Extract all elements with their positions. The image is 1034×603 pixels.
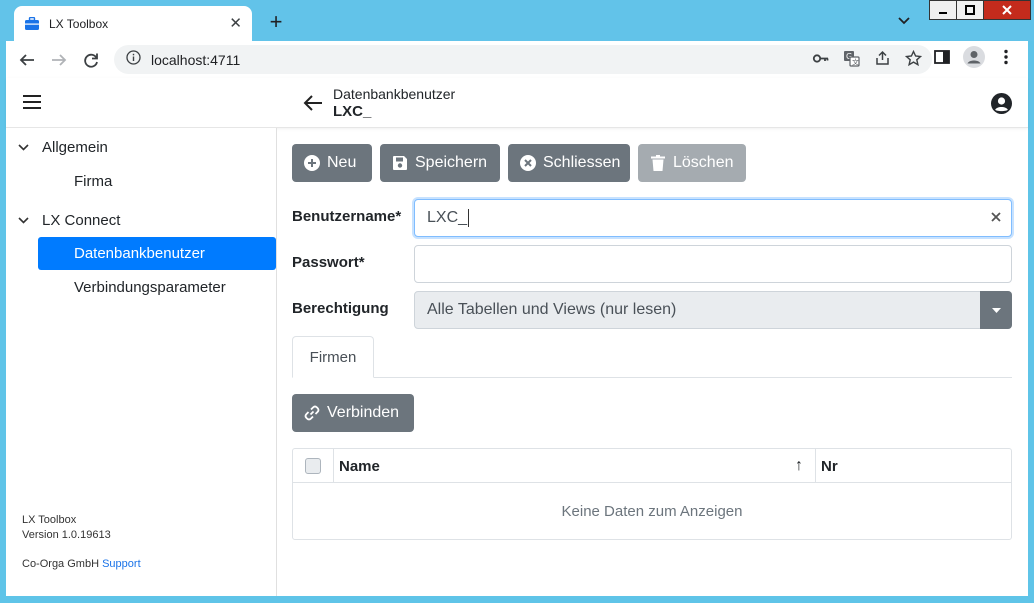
username-value: LXC_ bbox=[427, 209, 468, 226]
new-button[interactable]: Neu bbox=[292, 144, 372, 182]
sidebar-group-allgemein[interactable]: Allgemein bbox=[18, 136, 108, 158]
username-field[interactable]: LXC_ bbox=[414, 199, 1012, 237]
password-field[interactable] bbox=[414, 245, 1012, 283]
sidebar-group-lx-connect[interactable]: LX Connect bbox=[18, 209, 120, 231]
address-bar[interactable]: localhost:4711 G文 bbox=[114, 45, 932, 74]
save-button[interactable]: Speichern bbox=[380, 144, 500, 182]
save-button-label: Speichern bbox=[415, 154, 488, 171]
firmen-grid: Name ↑ Nr Keine Daten zum Anzeigen bbox=[292, 448, 1012, 540]
clear-input-icon[interactable] bbox=[991, 209, 1001, 226]
reload-icon[interactable] bbox=[76, 45, 106, 75]
permission-value: Alle Tabellen und Views (nur lesen) bbox=[427, 301, 677, 318]
username-label: Benutzername* bbox=[292, 208, 402, 225]
page-title: LXC_ bbox=[333, 103, 372, 120]
plus-circle-icon bbox=[304, 155, 320, 171]
sort-ascending-icon[interactable]: ↑ bbox=[795, 449, 803, 483]
tab-close-icon[interactable]: ✕ bbox=[229, 16, 242, 31]
sidebar-group-label: LX Connect bbox=[42, 211, 121, 229]
sidebar-item-datenbankbenutzer[interactable]: Datenbankbenutzer bbox=[38, 237, 276, 270]
dropdown-caret-icon[interactable] bbox=[980, 291, 1012, 329]
grid-empty-message: Keine Daten zum Anzeigen bbox=[561, 502, 743, 520]
connect-button[interactable]: Verbinden bbox=[292, 394, 414, 432]
support-link[interactable]: Support bbox=[102, 558, 141, 570]
app-viewport: Datenbankbenutzer LXC_ Allgemein Firma L… bbox=[6, 78, 1028, 596]
connect-button-label: Verbinden bbox=[327, 404, 400, 421]
sidebar-item-label: Verbindungsparameter bbox=[74, 279, 226, 296]
toolbox-icon bbox=[24, 16, 40, 32]
delete-button[interactable]: Löschen bbox=[638, 144, 746, 182]
link-icon bbox=[304, 405, 320, 421]
company-name: Co-Orga GmbH bbox=[22, 558, 100, 570]
window-minimize-button[interactable] bbox=[929, 0, 957, 20]
floppy-disk-icon bbox=[392, 155, 408, 171]
grid-header: Name ↑ Nr bbox=[293, 449, 1011, 483]
permission-select[interactable]: Alle Tabellen und Views (nur lesen) bbox=[414, 291, 1012, 329]
app-name-footer: LX Toolbox bbox=[22, 514, 77, 526]
back-arrow-icon[interactable] bbox=[302, 92, 324, 114]
close-button-label: Schliessen bbox=[543, 154, 621, 171]
trash-icon bbox=[650, 155, 666, 171]
bookmark-star-icon[interactable] bbox=[904, 49, 923, 72]
side-panel-icon[interactable] bbox=[932, 47, 952, 67]
browser-tab[interactable]: LX Toolbox ✕ bbox=[14, 6, 252, 41]
company-footer: Co-Orga GmbH Support bbox=[22, 558, 141, 570]
sidebar-group-label: Allgemein bbox=[42, 138, 108, 156]
chevron-down-icon bbox=[18, 143, 30, 151]
page-subtitle: Datenbankbenutzer bbox=[333, 86, 456, 102]
version-text: Version 1.0.19613 bbox=[22, 529, 111, 541]
sidebar-item-label: Datenbankbenutzer bbox=[74, 245, 205, 262]
text-cursor bbox=[468, 209, 470, 227]
sidebar-item-verbindungsparameter[interactable]: Verbindungsparameter bbox=[38, 271, 276, 304]
new-button-label: Neu bbox=[327, 154, 357, 171]
column-header-name[interactable]: Name bbox=[339, 449, 380, 483]
tab-title: LX Toolbox bbox=[49, 16, 109, 31]
url-text: localhost:4711 bbox=[151, 51, 241, 68]
app-header: Datenbankbenutzer LXC_ bbox=[6, 78, 1028, 128]
password-label: Passwort* bbox=[292, 254, 365, 271]
column-header-nr[interactable]: Nr bbox=[821, 449, 838, 483]
share-icon[interactable] bbox=[874, 50, 891, 72]
delete-button-label: Löschen bbox=[673, 154, 734, 171]
close-circle-icon bbox=[520, 155, 536, 171]
tab-bar: Firmen bbox=[292, 336, 1012, 378]
browser-menu-icon[interactable] bbox=[996, 47, 1016, 67]
site-info-icon[interactable] bbox=[126, 49, 141, 70]
key-icon[interactable] bbox=[812, 50, 829, 72]
back-arrow-icon[interactable] bbox=[12, 45, 42, 75]
sidebar: Allgemein Firma LX Connect Datenbankbenu… bbox=[6, 128, 277, 596]
svg-text:文: 文 bbox=[852, 58, 859, 67]
translate-icon[interactable]: G文 bbox=[843, 50, 860, 72]
tab-search-chevron-icon[interactable] bbox=[898, 14, 910, 28]
sidebar-item-label: Firma bbox=[74, 173, 113, 190]
hamburger-menu-icon[interactable] bbox=[23, 95, 41, 109]
account-icon[interactable] bbox=[991, 93, 1012, 114]
profile-avatar-icon[interactable] bbox=[962, 45, 986, 69]
tab-firmen[interactable]: Firmen bbox=[292, 336, 374, 378]
chevron-down-icon bbox=[18, 216, 30, 224]
new-tab-button[interactable]: + bbox=[264, 10, 288, 34]
browser-tabstrip: LX Toolbox ✕ + bbox=[0, 0, 1034, 41]
browser-toolbar: localhost:4711 G文 bbox=[6, 41, 1028, 78]
sidebar-item-firma[interactable]: Firma bbox=[38, 165, 276, 198]
close-button[interactable]: Schliessen bbox=[508, 144, 630, 182]
permission-label: Berechtigung bbox=[292, 300, 389, 317]
select-all-checkbox[interactable] bbox=[305, 449, 321, 483]
forward-arrow-icon[interactable] bbox=[44, 45, 74, 75]
window-maximize-button[interactable] bbox=[956, 0, 984, 20]
window-close-button[interactable] bbox=[983, 0, 1031, 20]
